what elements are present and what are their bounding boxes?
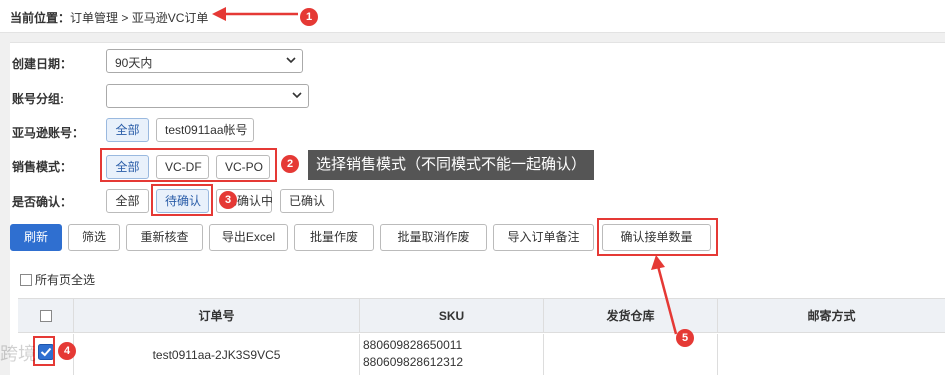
sales-option-vc-df[interactable]: VC-DF xyxy=(156,155,209,179)
account-option-test0911aa[interactable]: test0911aa帐号 xyxy=(156,118,254,142)
annotation-badge-3: 3 xyxy=(219,191,237,209)
created-date-value: 90天内 xyxy=(115,56,153,70)
orders-table: 订单号 SKU 发货仓库 邮寄方式 test0911aa-2JK3S9VC5 8… xyxy=(18,298,945,375)
header-shipping: 邮寄方式 xyxy=(807,309,856,323)
header-warehouse: 发货仓库 xyxy=(544,299,718,333)
confirm-option-confirmed[interactable]: 已确认 xyxy=(280,189,334,213)
sku-value-1: 880609828650011 xyxy=(363,338,463,352)
select-all-label: 所有页全选 xyxy=(35,273,96,287)
table-header: 订单号 SKU 发货仓库 邮寄方式 xyxy=(18,299,945,333)
breadcrumb: 当前位置：订单管理 > 亚马逊VC订单 xyxy=(10,9,208,26)
created-date-label: 创建日期： xyxy=(12,57,73,71)
account-option-all[interactable]: 全部 xyxy=(106,118,149,142)
sales-option-all[interactable]: 全部 xyxy=(106,155,149,179)
sales-option-vc-po[interactable]: VC-PO xyxy=(216,155,270,179)
breadcrumb-bar: 当前位置：订单管理 > 亚马逊VC订单 xyxy=(0,0,945,33)
table-row[interactable]: test0911aa-2JK3S9VC5 880609828650011 880… xyxy=(18,334,945,375)
breadcrumb-prefix: 当前位置： xyxy=(10,11,71,25)
checked-checkbox-icon[interactable] xyxy=(38,344,54,360)
shipping-cell xyxy=(718,334,945,375)
confirm-option-all[interactable]: 全部 xyxy=(106,189,149,213)
sku-value-2: 880609828612312 xyxy=(363,355,464,369)
export-excel-button[interactable]: 导出Excel xyxy=(209,224,288,251)
annotation-badge-2: 2 xyxy=(281,155,299,173)
sales-mode-label: 销售模式： xyxy=(12,160,73,174)
confirm-option-pending[interactable]: 待确认 xyxy=(156,189,209,213)
header-order-no: 订单号 xyxy=(74,299,360,333)
watermark: 跨境 xyxy=(0,344,36,364)
refresh-button[interactable]: 刷新 xyxy=(10,224,62,251)
recheck-button[interactable]: 重新核查 xyxy=(126,224,203,251)
amazon-account-label: 亚马逊账号： xyxy=(12,126,85,140)
sku-cell: 880609828650011 880609828612312 xyxy=(360,334,544,375)
sales-mode-tip: 选择销售模式（不同模式不能一起确认） xyxy=(308,150,595,180)
annotation-badge-4: 4 xyxy=(58,342,76,360)
header-checkbox[interactable] xyxy=(39,310,52,322)
created-date-select[interactable]: 90天内 xyxy=(106,49,303,73)
batch-unvoid-button[interactable]: 批量取消作废 xyxy=(380,224,487,251)
order-no-cell[interactable]: test0911aa-2JK3S9VC5 xyxy=(74,334,360,375)
breadcrumb-path[interactable]: 订单管理 > 亚马逊VC订单 xyxy=(70,11,208,25)
import-remark-button[interactable]: 导入订单备注 xyxy=(493,224,594,251)
confirm-quantity-button[interactable]: 确认接单数量 xyxy=(602,224,711,251)
account-group-label: 账号分组: xyxy=(12,92,64,106)
chevron-down-icon xyxy=(292,92,302,99)
confirm-status-label: 是否确认： xyxy=(12,195,73,209)
batch-void-button[interactable]: 批量作废 xyxy=(294,224,374,251)
chevron-down-icon xyxy=(286,57,296,64)
filter-button[interactable]: 筛选 xyxy=(68,224,120,251)
annotation-badge-5: 5 xyxy=(676,329,694,347)
annotation-badge-1: 1 xyxy=(300,8,318,26)
header-sku: SKU xyxy=(360,299,544,333)
account-group-select[interactable] xyxy=(106,84,309,108)
select-all-pages[interactable]: 所有页全选 xyxy=(20,271,95,288)
header-checkbox-cell xyxy=(18,299,74,333)
select-all-checkbox[interactable] xyxy=(20,274,32,286)
